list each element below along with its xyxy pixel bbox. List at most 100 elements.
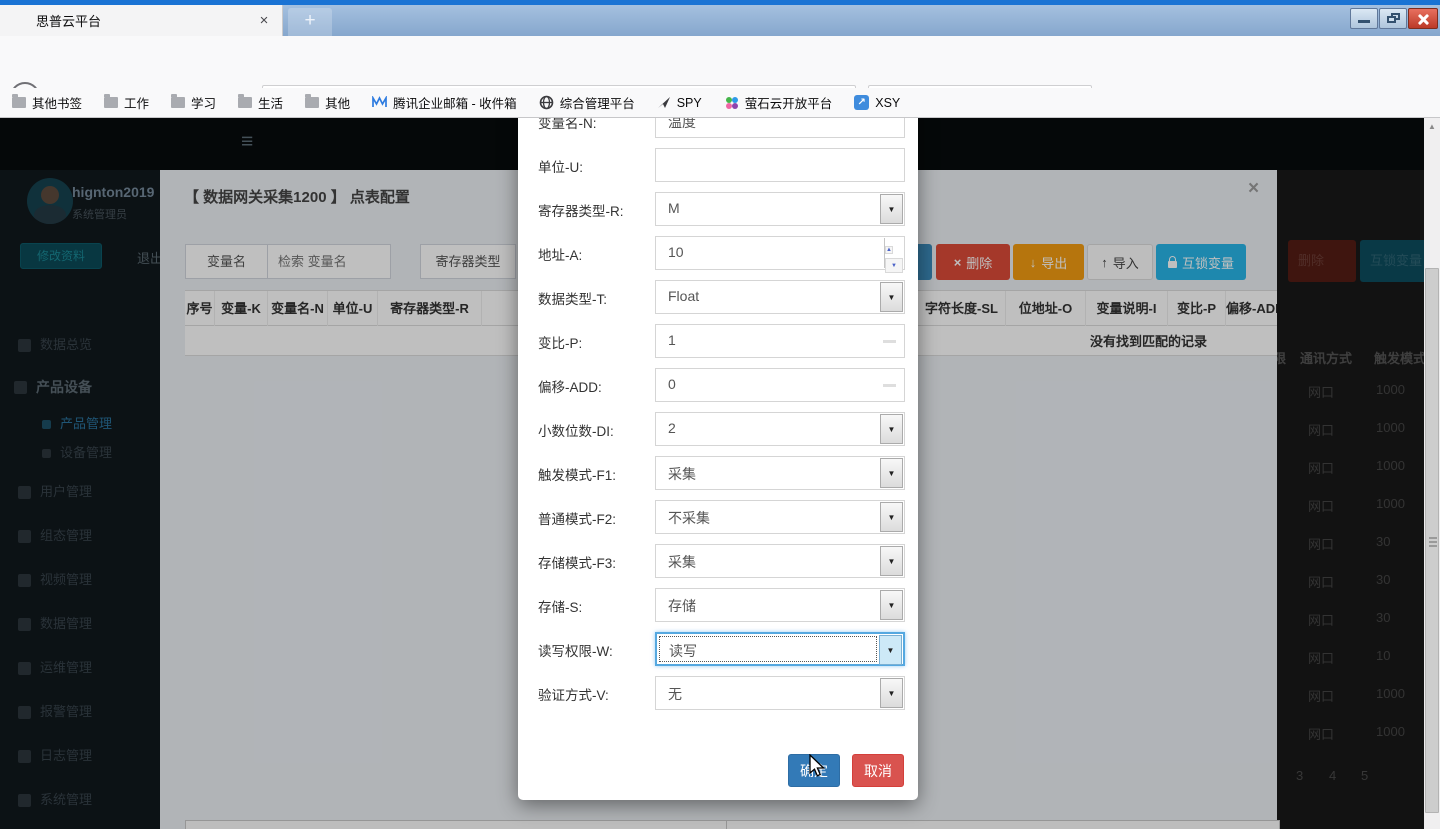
field-label: 读写权限-W: bbox=[538, 640, 613, 660]
tab-title: 思普云平台 bbox=[36, 11, 254, 30]
bookmark-tencent-mail[interactable]: 腾讯企业邮箱 - 收件箱 bbox=[372, 93, 517, 112]
tencent-mail-icon bbox=[372, 96, 387, 109]
chevron-down-icon: ▼ bbox=[887, 646, 895, 655]
form-row: 触发模式-F1: 采集▼ bbox=[518, 456, 918, 490]
spin-down-icon[interactable]: ▼ bbox=[885, 258, 903, 273]
bookmark-folder-other[interactable]: 其他书签 bbox=[12, 93, 82, 112]
page-viewport: ≡ hignton2019 系统管理员 修改资料 退出 数据总览 产品设备 产品… bbox=[0, 118, 1424, 829]
storage-mode-select[interactable]: 采集 ▼ bbox=[655, 544, 905, 578]
scrollbar-grip bbox=[1429, 537, 1437, 539]
restore-button[interactable] bbox=[1379, 8, 1407, 29]
field-label: 小数位数-DI: bbox=[538, 420, 614, 440]
bookmark-spy[interactable]: SPY bbox=[657, 96, 702, 110]
chevron-down-icon: ▼ bbox=[888, 469, 896, 478]
title-bar: 思普云平台 × + bbox=[0, 0, 1440, 36]
browser-window: 思普云平台 × + ← → ↻ ⌂ iot.idosp.net/admin/in… bbox=[0, 0, 1440, 829]
unit-input[interactable] bbox=[655, 148, 905, 182]
trigger-mode-select[interactable]: 采集▼ bbox=[655, 456, 905, 490]
field-label: 普通模式-F2: bbox=[538, 508, 616, 528]
chevron-down-icon: ▼ bbox=[888, 689, 896, 698]
bookmark-xsy[interactable]: ↗XSY bbox=[854, 95, 900, 110]
bookmarks-bar: 其他书签 工作 学习 生活 其他 腾讯企业邮箱 - 收件箱 综合管理平台 SPY… bbox=[0, 88, 1440, 118]
folder-icon bbox=[12, 97, 26, 108]
dropdown-button[interactable]: ▼ bbox=[880, 546, 903, 576]
field-label: 偏移-ADD: bbox=[538, 376, 602, 396]
number-spinner[interactable]: ▲▼ bbox=[884, 238, 903, 268]
field-value: M bbox=[668, 200, 680, 216]
form-row: 变量名-N: 温度 bbox=[518, 118, 918, 138]
form-row: 数据类型-T: Float ▼ bbox=[518, 280, 918, 314]
field-value: 1 bbox=[668, 332, 676, 348]
address-stepper[interactable]: 10 ▲▼ bbox=[655, 236, 905, 270]
field-label: 单位-U: bbox=[538, 156, 583, 176]
close-window-button[interactable] bbox=[1408, 8, 1438, 29]
dropdown-button[interactable]: ▼ bbox=[880, 414, 903, 444]
spy-icon bbox=[657, 96, 671, 109]
field-value: 不采集 bbox=[668, 508, 710, 528]
folder-icon bbox=[238, 97, 252, 108]
bookmark-folder-life[interactable]: 生活 bbox=[238, 93, 283, 112]
form-row: 寄存器类型-R: M▼ bbox=[518, 192, 918, 226]
form-row: 偏移-ADD: 0 bbox=[518, 368, 918, 402]
field-value: 2 bbox=[668, 420, 676, 436]
dropdown-button[interactable]: ▼ bbox=[880, 282, 903, 312]
storage-select[interactable]: 存储▼ bbox=[655, 588, 905, 622]
normal-mode-select[interactable]: 不采集 ▼ bbox=[655, 500, 905, 534]
field-value: Float bbox=[668, 288, 699, 304]
decimal-digits-select[interactable]: 2▼ bbox=[655, 412, 905, 446]
tab-close-icon[interactable]: × bbox=[254, 11, 274, 31]
xsy-icon: ↗ bbox=[854, 95, 869, 110]
dropdown-button[interactable]: ▼ bbox=[880, 678, 903, 708]
field-label: 数据类型-T: bbox=[538, 288, 607, 308]
cancel-button[interactable]: 取消 bbox=[852, 754, 904, 787]
form-row: 小数位数-DI: 2▼ bbox=[518, 412, 918, 446]
form-row: 变比-P: 1 bbox=[518, 324, 918, 358]
folder-icon bbox=[104, 97, 118, 108]
folder-icon bbox=[305, 97, 319, 108]
scroll-up-icon[interactable]: ▲ bbox=[1424, 122, 1440, 131]
chevron-down-icon: ▼ bbox=[888, 513, 896, 522]
scrollbar-thumb[interactable] bbox=[1425, 268, 1439, 813]
dropdown-button[interactable]: ▼ bbox=[880, 458, 903, 488]
verification-select[interactable]: 无▼ bbox=[655, 676, 905, 710]
bookmark-ezviz[interactable]: 萤石云开放平台 bbox=[724, 93, 833, 112]
form-row: 存储模式-F3: 采集▼ bbox=[518, 544, 918, 578]
bookmark-folder-work[interactable]: 工作 bbox=[104, 93, 149, 112]
field-value: 无 bbox=[668, 684, 682, 704]
dropdown-button[interactable]: ▼ bbox=[880, 194, 903, 224]
dropdown-button[interactable]: ▼ bbox=[880, 590, 903, 620]
chevron-down-icon: ▼ bbox=[888, 601, 896, 610]
field-label: 验证方式-V: bbox=[538, 684, 609, 704]
disabled-dash bbox=[883, 384, 896, 387]
field-value: 采集 bbox=[668, 552, 696, 572]
field-label: 变量名-N: bbox=[538, 118, 597, 132]
field-value: 温度 bbox=[668, 118, 696, 132]
bookmark-mgmt-platform[interactable]: 综合管理平台 bbox=[539, 93, 635, 112]
field-label: 寄存器类型-R: bbox=[538, 200, 624, 220]
form-row: 地址-A: 10 ▲▼ bbox=[518, 236, 918, 270]
nav-toolbar: ← → ↻ ⌂ iot.idosp.net/admin/index.html?l… bbox=[0, 36, 1440, 88]
read-write-permission-select[interactable]: 读写▼ bbox=[655, 632, 905, 666]
field-value: 10 bbox=[668, 244, 684, 260]
dropdown-button[interactable]: ▼ bbox=[880, 502, 903, 532]
form-row: 普通模式-F2: 不采集 ▼ bbox=[518, 500, 918, 534]
data-type-select[interactable]: Float ▼ bbox=[655, 280, 905, 314]
bookmark-folder-study[interactable]: 学习 bbox=[171, 93, 216, 112]
field-label: 存储-S: bbox=[538, 596, 582, 616]
dropdown-button[interactable]: ▼ bbox=[879, 635, 902, 665]
minimize-button[interactable] bbox=[1350, 8, 1378, 29]
new-tab-button[interactable]: + bbox=[288, 8, 332, 36]
ratio-input[interactable]: 1 bbox=[655, 324, 905, 358]
register-type-select[interactable]: M▼ bbox=[655, 192, 905, 226]
chevron-down-icon: ▼ bbox=[888, 205, 896, 214]
browser-tab[interactable]: 思普云平台 × bbox=[0, 5, 283, 36]
form-row: 单位-U: bbox=[518, 148, 918, 182]
field-value: 0 bbox=[668, 376, 676, 392]
offset-input[interactable]: 0 bbox=[655, 368, 905, 402]
spin-up-icon[interactable]: ▲ bbox=[885, 246, 893, 254]
field-label: 触发模式-F1: bbox=[538, 464, 616, 484]
variable-name-input[interactable]: 温度 bbox=[655, 118, 905, 138]
form-row: 验证方式-V: 无▼ bbox=[518, 676, 918, 710]
mouse-cursor bbox=[806, 754, 828, 778]
bookmark-folder-misc[interactable]: 其他 bbox=[305, 93, 350, 112]
